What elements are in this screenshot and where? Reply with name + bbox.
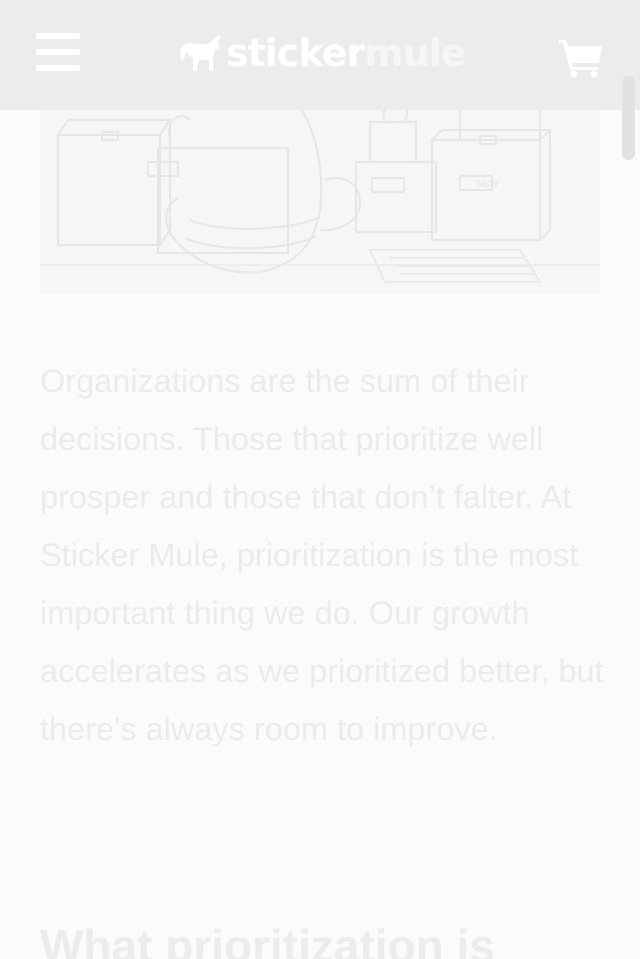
- sticker-sheets: [368, 249, 542, 283]
- hero-box-label: NEW: [477, 179, 499, 189]
- plant-box: [355, 103, 437, 233]
- sticker-mule-logo[interactable]: sticker mule: [178, 30, 467, 76]
- section-heading: What prioritization is: [40, 920, 495, 959]
- logo-text-sticker: sticker: [226, 31, 365, 75]
- menu-bar: [36, 65, 80, 71]
- shopping-cart-icon[interactable]: [557, 36, 605, 78]
- logo-text-mule: mule: [364, 31, 466, 75]
- hamburger-menu-icon[interactable]: [36, 31, 82, 73]
- mule-logo-icon: [180, 35, 221, 71]
- menu-bar: [36, 49, 80, 55]
- menu-bar: [36, 33, 80, 39]
- site-header: sticker mule: [0, 0, 640, 110]
- scrollbar-thumb[interactable]: [622, 76, 635, 160]
- page: NEW sticker mule Organizations are the su…: [0, 0, 640, 959]
- article-paragraph: Organizations are the sum of their decis…: [40, 363, 604, 747]
- left-box: [56, 116, 172, 246]
- right-box: [429, 99, 553, 241]
